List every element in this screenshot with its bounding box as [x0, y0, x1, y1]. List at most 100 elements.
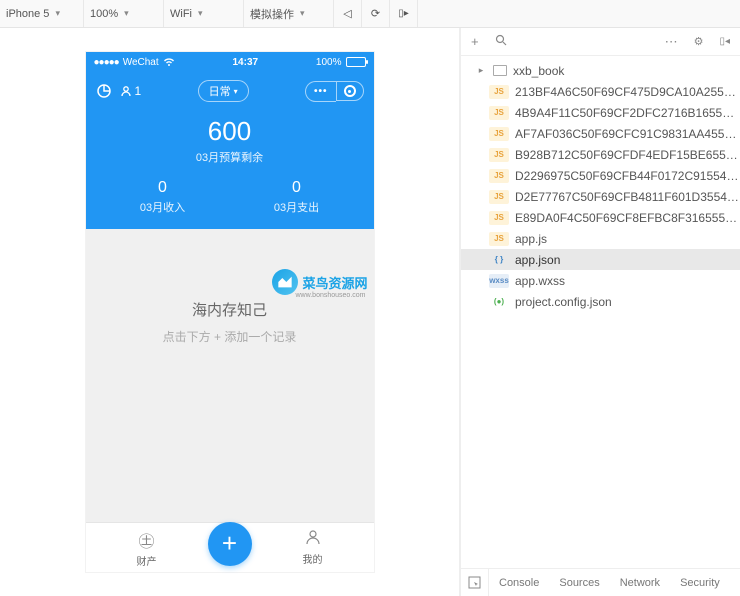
- phone-frame: ●●●●● WeChat 14:37 100% 1: [86, 52, 374, 572]
- tab-profile[interactable]: 我的: [252, 529, 374, 566]
- file-type-badge: JS: [489, 85, 509, 99]
- category-label: 日常: [209, 83, 231, 99]
- wifi-icon: [163, 57, 175, 67]
- sim-action-select[interactable]: 模拟操作 ▾: [244, 0, 334, 27]
- tree-file[interactable]: JS app.js: [461, 228, 740, 249]
- expense-label: 03月支出: [230, 199, 364, 215]
- add-record-button[interactable]: +: [208, 522, 252, 566]
- settings-button[interactable]: ⚙: [690, 35, 708, 48]
- file-type-badge: JS: [489, 169, 509, 183]
- category-pill[interactable]: 日常 ▾: [198, 80, 249, 102]
- close-button[interactable]: [336, 81, 364, 101]
- income-stat[interactable]: 0 03月收入: [96, 179, 230, 215]
- chevron-down-icon: ▾: [124, 8, 129, 19]
- zoom-label: 100%: [90, 8, 118, 20]
- tree-file[interactable]: { }app.json: [461, 249, 740, 270]
- file-name: D2E77767C50F69CFB4811F601D355464.js: [515, 190, 740, 204]
- user-icon-group[interactable]: 1: [120, 84, 142, 98]
- file-type-badge: (●): [489, 295, 509, 309]
- folder-name: xxb_book: [513, 64, 564, 78]
- inspect-icon: [468, 576, 481, 589]
- stats-row: 0 03月收入 0 03月支出: [96, 179, 364, 215]
- file-type-badge: JS: [489, 148, 509, 162]
- file-panel-toolbar: + ⋯ ⚙ ▯◂: [461, 28, 740, 56]
- network-select[interactable]: WiFi ▾: [164, 0, 244, 27]
- file-name: 213BF4A6C50F69CF475D9CA10A255464.js: [515, 85, 740, 99]
- device-label: iPhone 5: [6, 8, 49, 20]
- chevron-down-icon: ▾: [55, 8, 60, 19]
- file-type-badge: JS: [489, 232, 509, 246]
- emulator-panel: ●●●●● WeChat 14:37 100% 1: [0, 28, 460, 596]
- mute-icon: ◁: [343, 7, 351, 20]
- tab-assets[interactable]: ㊏ 财产: [86, 528, 208, 568]
- header-right-capsule: •••: [305, 81, 364, 102]
- pie-icon[interactable]: [96, 83, 112, 99]
- empty-title: 海内存知己: [192, 299, 267, 320]
- file-type-badge: JS: [489, 106, 509, 120]
- app-body: 菜鸟资源网 www.bonshouseo.com 海内存知己 点击下方 + 添加…: [86, 229, 374, 522]
- empty-subtitle: 点击下方 + 添加一个记录: [163, 328, 297, 345]
- tree-file[interactable]: wxssapp.wxss: [461, 270, 740, 291]
- chevron-down-icon: ▾: [198, 8, 203, 19]
- budget-value: 600: [96, 116, 364, 147]
- folder-icon: [493, 65, 507, 76]
- right-panel: + ⋯ ⚙ ▯◂ ▸ xxb_book JS 213BF4A6C50F69CF47…: [460, 28, 740, 596]
- tree-file[interactable]: JS 213BF4A6C50F69CF475D9CA10A255464.js: [461, 81, 740, 102]
- tab-network[interactable]: Network: [610, 577, 670, 589]
- status-time: 14:37: [175, 57, 316, 68]
- inspect-button[interactable]: [461, 569, 489, 596]
- collapse-button[interactable]: ▯◂: [715, 36, 734, 47]
- search-button[interactable]: [491, 34, 511, 49]
- network-label: WiFi: [170, 8, 192, 20]
- app-header: 1 日常 ▾ ••• 600 03月预算剩余: [86, 72, 374, 229]
- yen-icon: ㊏: [86, 528, 208, 552]
- file-name: app.json: [515, 253, 560, 267]
- tree-file[interactable]: JS4B9A4F11C50F69CF2DFC2716B1655464.js: [461, 102, 740, 123]
- tab-profile-label: 我的: [303, 555, 323, 566]
- tree-file[interactable]: JSD2296975C50F69CFB44F0172C9155464.js: [461, 165, 740, 186]
- file-type-badge: JS: [489, 127, 509, 141]
- watermark-text: 菜鸟资源网: [302, 276, 367, 291]
- rotate-icon: ⟳: [371, 7, 380, 20]
- file-type-badge: wxss: [489, 274, 509, 288]
- file-name: E89DA0F4C50F69CF8EFBC8F31655546...: [515, 211, 740, 225]
- search-icon: [495, 34, 507, 46]
- status-right: 100%: [316, 57, 366, 68]
- more-button[interactable]: •••: [305, 81, 336, 102]
- chevron-down-icon: ▾: [234, 87, 238, 96]
- dock-icon: ▯▸: [398, 8, 409, 19]
- sim-action-label: 模拟操作: [250, 6, 294, 22]
- file-tree: ▸ xxb_book JS 213BF4A6C50F69CF475D9CA10A2…: [461, 56, 740, 568]
- status-left: ●●●●● WeChat: [94, 57, 175, 68]
- plus-icon: +: [222, 528, 237, 559]
- dock-button[interactable]: ▯▸: [390, 0, 418, 27]
- mute-button[interactable]: ◁: [334, 0, 362, 27]
- watermark: 菜鸟资源网 www.bonshouseo.com: [272, 269, 367, 295]
- expense-value: 0: [230, 179, 364, 197]
- tree-file[interactable]: JS D2E77767C50F69CFB4811F601D355464.js: [461, 186, 740, 207]
- tree-file[interactable]: JSB928B712C50F69CFDF4EDF15BE65546...: [461, 144, 740, 165]
- rotate-button[interactable]: ⟳: [362, 0, 390, 27]
- tree-root-folder[interactable]: ▸ xxb_book: [461, 60, 740, 81]
- tab-sources[interactable]: Sources: [549, 577, 609, 589]
- profile-icon: [252, 529, 374, 550]
- main-area: ●●●●● WeChat 14:37 100% 1: [0, 28, 740, 596]
- tree-file[interactable]: JSAF7AF036C50F69CFC91C9831AA45546...: [461, 123, 740, 144]
- devtools-tabs: Console Sources Network Security: [461, 568, 740, 596]
- tree-file[interactable]: (●)project.config.json: [461, 291, 740, 312]
- tab-console[interactable]: Console: [489, 577, 549, 589]
- target-icon: [344, 85, 356, 97]
- file-name: app.js: [515, 232, 547, 246]
- tab-security[interactable]: Security: [670, 577, 730, 589]
- file-type-badge: JS: [489, 190, 509, 204]
- budget-label: 03月预算剩余: [96, 149, 364, 165]
- add-file-button[interactable]: +: [467, 34, 483, 49]
- device-select[interactable]: iPhone 5 ▾: [0, 0, 84, 27]
- expense-stat[interactable]: 0 03月支出: [230, 179, 364, 215]
- more-options-button[interactable]: ⋯: [661, 34, 682, 50]
- expand-icon: ▸: [471, 65, 491, 76]
- zoom-select[interactable]: 100% ▾: [84, 0, 164, 27]
- app-tabbar: ㊏ 财产 + 我的: [86, 522, 374, 572]
- tree-file[interactable]: JSE89DA0F4C50F69CF8EFBC8F31655546...: [461, 207, 740, 228]
- header-left: 1: [96, 83, 142, 99]
